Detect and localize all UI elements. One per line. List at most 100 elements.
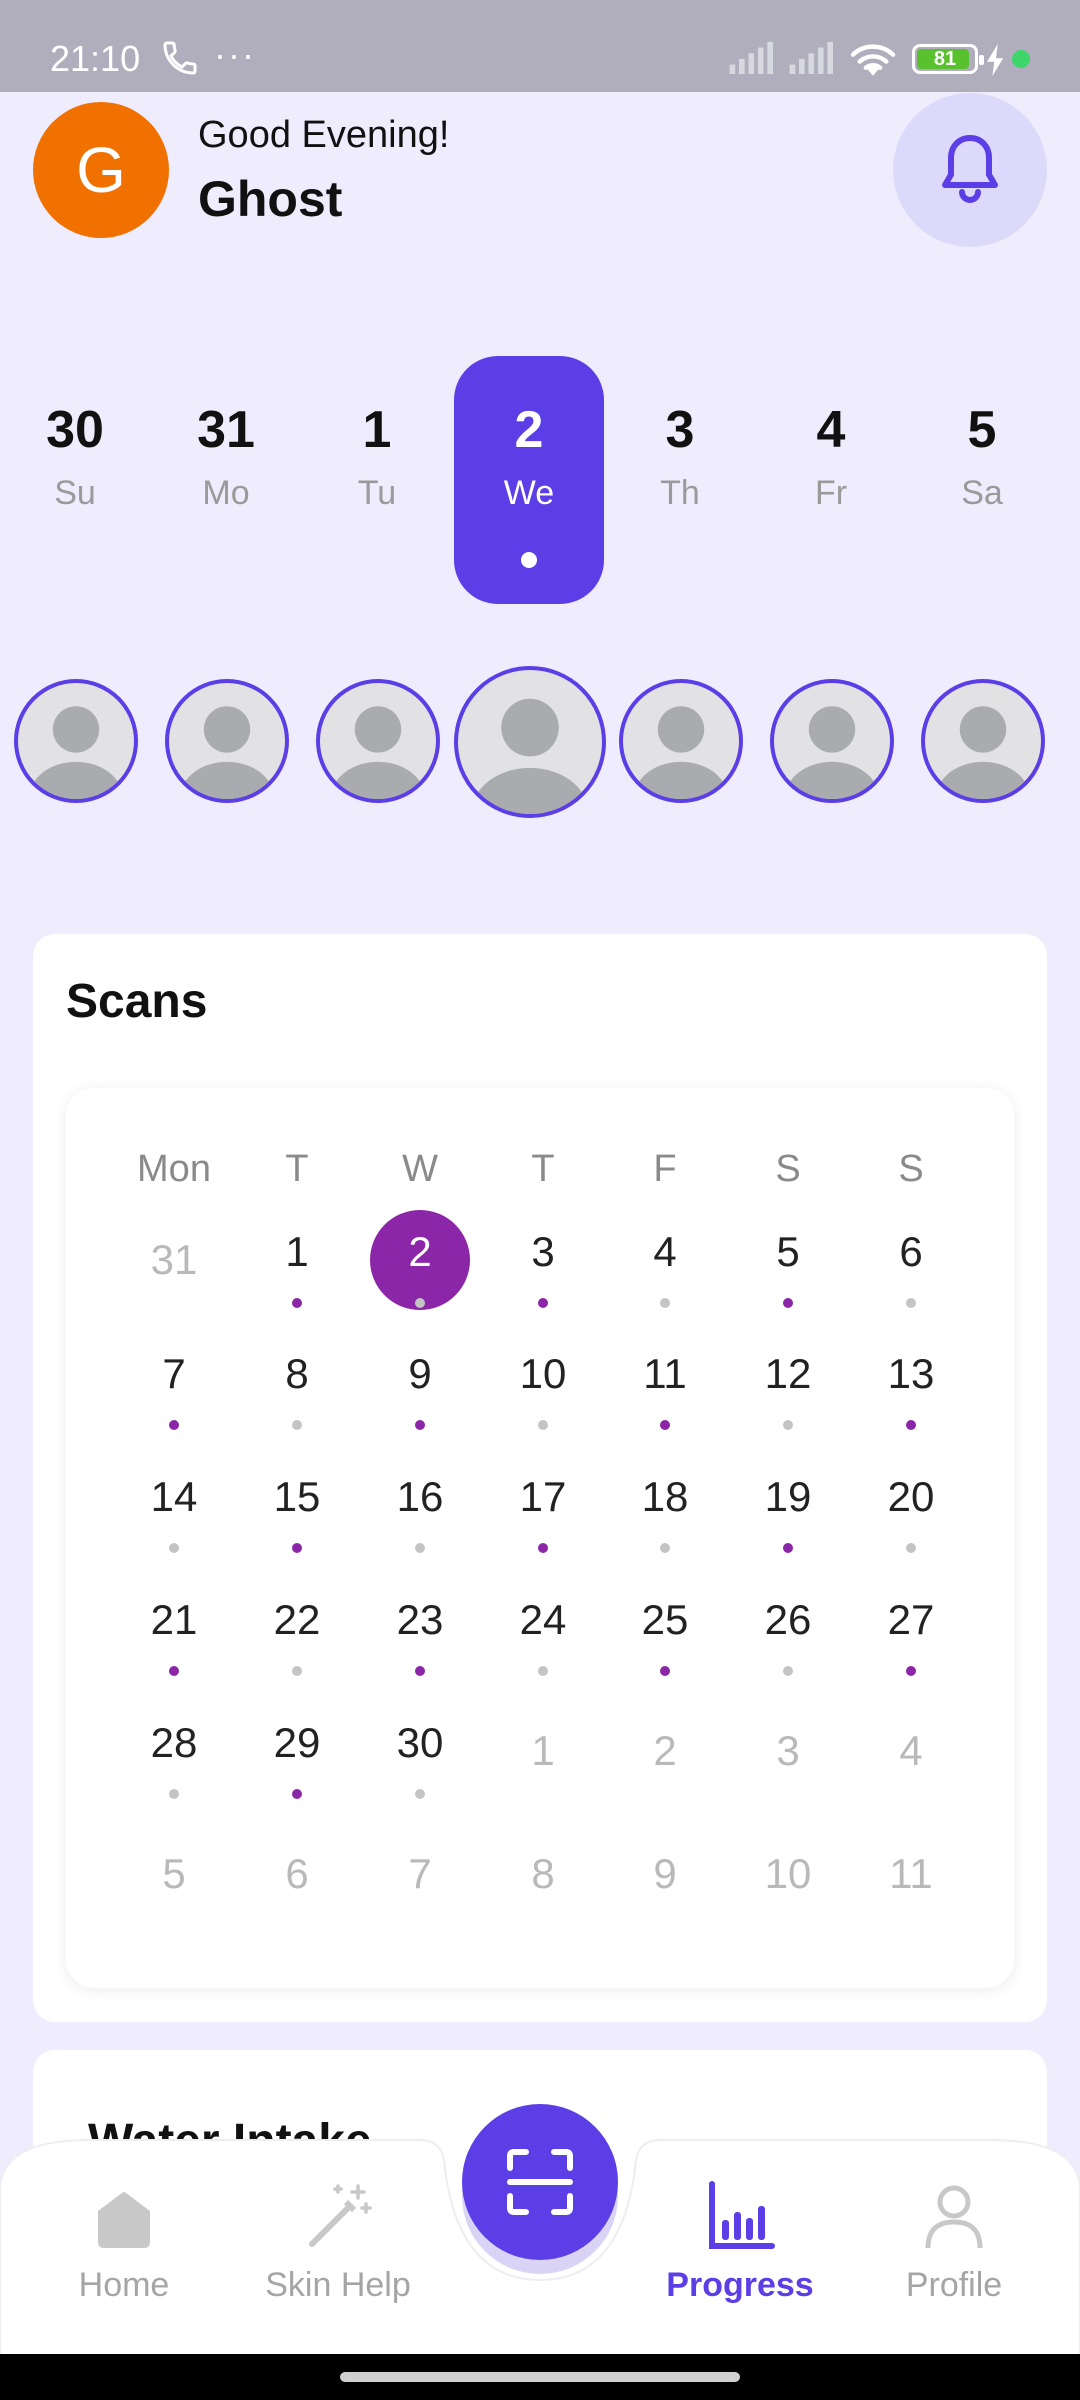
scan-dot-empty [538,1666,548,1676]
calendar-day[interactable]: 8 [483,1832,603,1942]
scan-photo-avatar[interactable] [165,679,289,803]
calendar-day[interactable]: 23 [360,1586,480,1696]
scan-dot-done [783,1543,793,1553]
scan-photo-avatar-selected[interactable] [454,666,606,818]
signal-icon-2 [789,41,833,74]
username: Ghost [198,171,343,227]
calendar-day[interactable]: 30 [360,1709,480,1819]
calendar-day[interactable]: 10 [728,1832,848,1942]
calendar-day[interactable]: 4 [851,1709,971,1819]
calendar-day-number: 16 [396,1473,444,1520]
calendar-day[interactable]: 18 [605,1463,725,1573]
scan-dot-empty [292,1420,302,1430]
avatar[interactable]: G [33,102,169,238]
calendar-day[interactable]: 5 [728,1218,848,1328]
user-placeholder-icon [29,706,123,799]
calendar-day-today[interactable]: 2 [360,1210,480,1328]
calendar-day[interactable]: 8 [237,1340,357,1450]
calendar-day[interactable]: 6 [851,1218,971,1328]
calendar-day[interactable]: 7 [114,1340,234,1450]
calendar-day[interactable]: 17 [483,1463,603,1573]
charging-icon [987,44,1004,76]
calendar-day[interactable]: 5 [114,1832,234,1942]
scan-dot-empty [169,1789,179,1799]
scan-button[interactable] [462,2104,618,2260]
calendar-day[interactable]: 16 [360,1463,480,1573]
scan-dot-done [906,1666,916,1676]
week-day-4[interactable]: 3 Th [605,356,755,604]
weekday-header: T [285,1148,309,1190]
calendar-day[interactable]: 11 [851,1832,971,1942]
week-day-number: 3 [665,401,695,459]
scan-dot-empty [660,1543,670,1553]
calendar-day[interactable]: 11 [605,1340,725,1450]
user-placeholder-icon [331,706,425,799]
scan-dot-empty [292,1666,302,1676]
calendar-day-number: 9 [653,1850,677,1897]
calendar-day[interactable]: 25 [605,1586,725,1696]
nav-progress[interactable]: Progress [640,2130,840,2355]
calendar-day-number: 23 [396,1596,444,1643]
calendar-day[interactable]: 12 [728,1340,848,1450]
calendar-day[interactable]: 24 [483,1586,603,1696]
calendar-day[interactable]: 19 [728,1463,848,1573]
user-placeholder-icon [785,706,879,799]
calendar-day[interactable]: 3 [728,1709,848,1819]
home-gesture-handle[interactable] [340,2372,740,2382]
notification-button[interactable] [893,93,1047,247]
calendar-day[interactable]: 31 [114,1218,234,1328]
calendar-day-number: 21 [150,1596,198,1643]
calendar-day-number: 1 [285,1228,309,1275]
calendar-day-number: 11 [643,1350,687,1397]
scan-dot-done [169,1666,179,1676]
calendar-day-number: 4 [899,1727,923,1774]
scan-photo-avatar[interactable] [316,679,440,803]
calendar-day-number: 7 [408,1850,432,1897]
scan-dot-done [783,1298,793,1308]
calendar-day[interactable]: 22 [237,1586,357,1696]
calendar-day[interactable]: 9 [360,1340,480,1450]
scan-photo-avatar[interactable] [619,679,743,803]
calendar-day[interactable]: 15 [237,1463,357,1573]
calendar-day[interactable]: 2 [605,1709,725,1819]
calendar-day[interactable]: 27 [851,1586,971,1696]
scan-photo-avatar[interactable] [770,679,894,803]
nav-profile[interactable]: Profile [854,2130,1054,2355]
week-day-5[interactable]: 4 Fr [756,356,906,604]
week-day-number: 4 [816,401,846,459]
week-day-2[interactable]: 1 Tu [302,356,452,604]
calendar-day[interactable]: 6 [237,1832,357,1942]
calendar-day[interactable]: 4 [605,1218,725,1328]
calendar-day[interactable]: 20 [851,1463,971,1573]
calendar-day[interactable]: 3 [483,1218,603,1328]
calendar-day[interactable]: 26 [728,1586,848,1696]
calendar-day[interactable]: 21 [114,1586,234,1696]
calendar-day-number: 8 [531,1850,555,1897]
weekday-header: S [775,1148,801,1190]
system-navigation-bar [0,2354,1080,2400]
scan-dot-done [660,1666,670,1676]
week-day-selected[interactable]: 2 We [454,356,604,604]
calendar-day[interactable]: 9 [605,1832,725,1942]
scan-photo-avatar[interactable] [14,679,138,803]
week-day-number: 31 [197,401,255,459]
week-day-1[interactable]: 31 Mo [151,356,301,604]
calendar-day[interactable]: 29 [237,1709,357,1819]
calendar-day[interactable]: 7 [360,1832,480,1942]
calendar-day[interactable]: 28 [114,1709,234,1819]
week-day-0[interactable]: 30 Su [0,356,150,604]
nav-skin-help[interactable]: Skin Help [238,2130,438,2355]
nav-home[interactable]: Home [24,2130,224,2355]
calendar-day[interactable]: 1 [483,1709,603,1819]
calendar-day-number: 29 [273,1719,321,1766]
calendar-day[interactable]: 14 [114,1463,234,1573]
week-day-6[interactable]: 5 Sa [907,356,1057,604]
battery-icon: 81 [912,44,984,74]
bar-chart-icon [709,2181,775,2249]
calendar-day[interactable]: 1 [237,1218,357,1328]
scan-photo-avatar[interactable] [921,679,1045,803]
calendar-day-number: 11 [889,1850,933,1897]
calendar-day[interactable]: 10 [483,1340,603,1450]
scan-dot-done [415,1666,425,1676]
calendar-day[interactable]: 13 [851,1340,971,1450]
